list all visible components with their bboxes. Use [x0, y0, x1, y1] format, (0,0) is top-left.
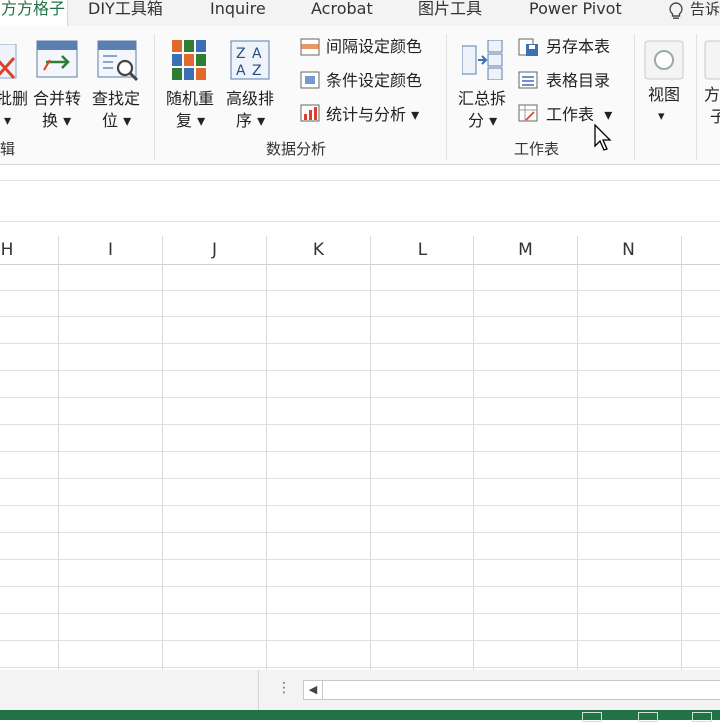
divider — [258, 670, 259, 710]
svg-text:Z: Z — [236, 46, 246, 62]
column-header-k[interactable]: K — [267, 236, 370, 264]
random-repeat-icon — [172, 40, 208, 84]
grid-line — [370, 236, 371, 670]
group-divider — [154, 34, 155, 160]
grid-line — [162, 236, 163, 670]
svg-text:A: A — [252, 46, 262, 62]
ribbon-tab-bar: 方方格子 DIY工具箱 Inquire Acrobat 图片工具 Power P… — [0, 0, 720, 28]
formula-bar[interactable] — [0, 180, 720, 222]
random-repeat-button[interactable]: 随机重 — [166, 88, 214, 110]
column-header-m[interactable]: M — [474, 236, 577, 264]
data-analysis-group-label: 数据分析 — [266, 140, 327, 158]
merge-convert-label-2: 换 ▾ — [42, 111, 72, 130]
page-break-icon[interactable] — [692, 712, 712, 722]
svg-text:Z: Z — [252, 63, 262, 79]
tab-fangfanggezi[interactable]: 方方格子 — [0, 0, 68, 28]
grid-line — [0, 532, 720, 533]
merge-convert-button[interactable]: 合并转 — [33, 88, 81, 110]
view-icon — [644, 40, 684, 84]
interval-color-icon — [300, 38, 320, 60]
column-header-row: H I J K L M N — [0, 236, 720, 265]
find-locate-icon — [97, 40, 139, 86]
svg-text:A: A — [236, 63, 246, 79]
table-toc-button[interactable]: 表格目录 — [546, 70, 610, 92]
column-header-i[interactable]: I — [59, 236, 162, 264]
group-divider — [696, 34, 697, 160]
tab-acrobat[interactable]: Acrobat — [311, 0, 373, 26]
grid-line — [0, 667, 720, 668]
batch-delete-button[interactable]: 批删 — [0, 88, 28, 110]
scroll-left-icon[interactable]: ◀ — [304, 681, 323, 699]
horizontal-scrollbar[interactable]: ◀ — [303, 680, 720, 700]
chevron-down-icon[interactable]: ▾ — [4, 110, 11, 132]
condition-color-button[interactable]: 条件设定颜色 — [326, 70, 422, 92]
status-bar — [0, 710, 720, 722]
group-divider — [446, 34, 447, 160]
group-divider — [634, 34, 635, 160]
grid-line — [0, 586, 720, 587]
grid-line — [0, 397, 720, 398]
summary-split-button[interactable]: 汇总拆 — [458, 88, 506, 110]
statistics-icon — [300, 104, 322, 128]
grid-line — [0, 290, 720, 291]
find-locate-button[interactable]: 查找定 — [92, 88, 140, 110]
grid-line — [0, 559, 720, 560]
random-repeat-label-2: 复 ▾ — [176, 111, 206, 130]
tab-inquire[interactable]: Inquire — [210, 0, 266, 26]
statistics-button[interactable]: 统计与分析 ▾ — [326, 104, 419, 126]
column-header-h[interactable]: H — [0, 236, 22, 264]
grid-line — [0, 505, 720, 506]
batch-delete-icon — [0, 43, 18, 86]
find-locate-label-2: 位 ▾ — [102, 111, 132, 130]
tell-me-box[interactable]: 告诉 — [690, 0, 720, 26]
grid-line — [58, 236, 59, 670]
grid-line — [0, 478, 720, 479]
grid-line — [577, 236, 578, 670]
column-header-l[interactable]: L — [371, 236, 474, 264]
column-header-n[interactable]: N — [577, 236, 680, 264]
condition-color-icon — [300, 71, 322, 95]
tab-diy-toolbox[interactable]: DIY工具箱 — [88, 0, 163, 26]
grid-line — [473, 236, 474, 670]
worksheet-icon — [518, 104, 540, 128]
interval-color-button[interactable]: 间隔设定颜色 — [326, 36, 422, 58]
advanced-sort-icon: ZAAZ — [230, 40, 270, 84]
advanced-sort-button[interactable]: 高级排 — [226, 88, 274, 110]
partial-tool-icon — [704, 40, 720, 84]
summary-split-icon — [461, 39, 504, 84]
grid-line — [0, 316, 720, 317]
advanced-sort-label-2: 序 ▾ — [236, 111, 266, 130]
partial-tool-label-2: 子 — [710, 107, 720, 126]
grid-line — [266, 236, 267, 670]
grid-line — [0, 370, 720, 371]
tab-power-pivot[interactable]: Power Pivot — [529, 0, 622, 26]
table-toc-icon — [518, 71, 540, 95]
partial-tool-button[interactable]: 方 — [704, 84, 720, 106]
grid-line — [681, 236, 682, 670]
tab-picture-tools[interactable]: 图片工具 — [418, 0, 482, 26]
lightbulb-icon — [668, 2, 684, 26]
save-sheet-button[interactable]: 另存本表 — [546, 36, 610, 58]
mouse-cursor-icon — [594, 123, 614, 156]
save-sheet-icon — [518, 38, 540, 62]
grid-line — [0, 424, 720, 425]
worksheet-group-label: 工作表 — [514, 140, 560, 158]
view-button[interactable]: 视图 — [648, 84, 680, 106]
grid-line — [0, 343, 720, 344]
column-header-j[interactable]: J — [163, 236, 266, 264]
summary-split-label-2: 分 ▾ — [468, 111, 498, 130]
worksheet-button[interactable]: 工作表 ▾ — [546, 104, 612, 126]
split-handle-icon[interactable]: ⋮ — [277, 680, 291, 696]
edit-group-label: 辑 — [0, 140, 16, 158]
sheet-tab-bar: ⋮ ◀ — [0, 670, 720, 710]
grid-line — [0, 640, 720, 641]
normal-view-icon[interactable] — [582, 712, 602, 722]
merge-convert-icon — [36, 40, 78, 84]
chevron-down-icon[interactable]: ▾ — [658, 106, 665, 128]
grid-line — [0, 613, 720, 614]
grid-line — [0, 451, 720, 452]
page-layout-icon[interactable] — [638, 712, 658, 722]
